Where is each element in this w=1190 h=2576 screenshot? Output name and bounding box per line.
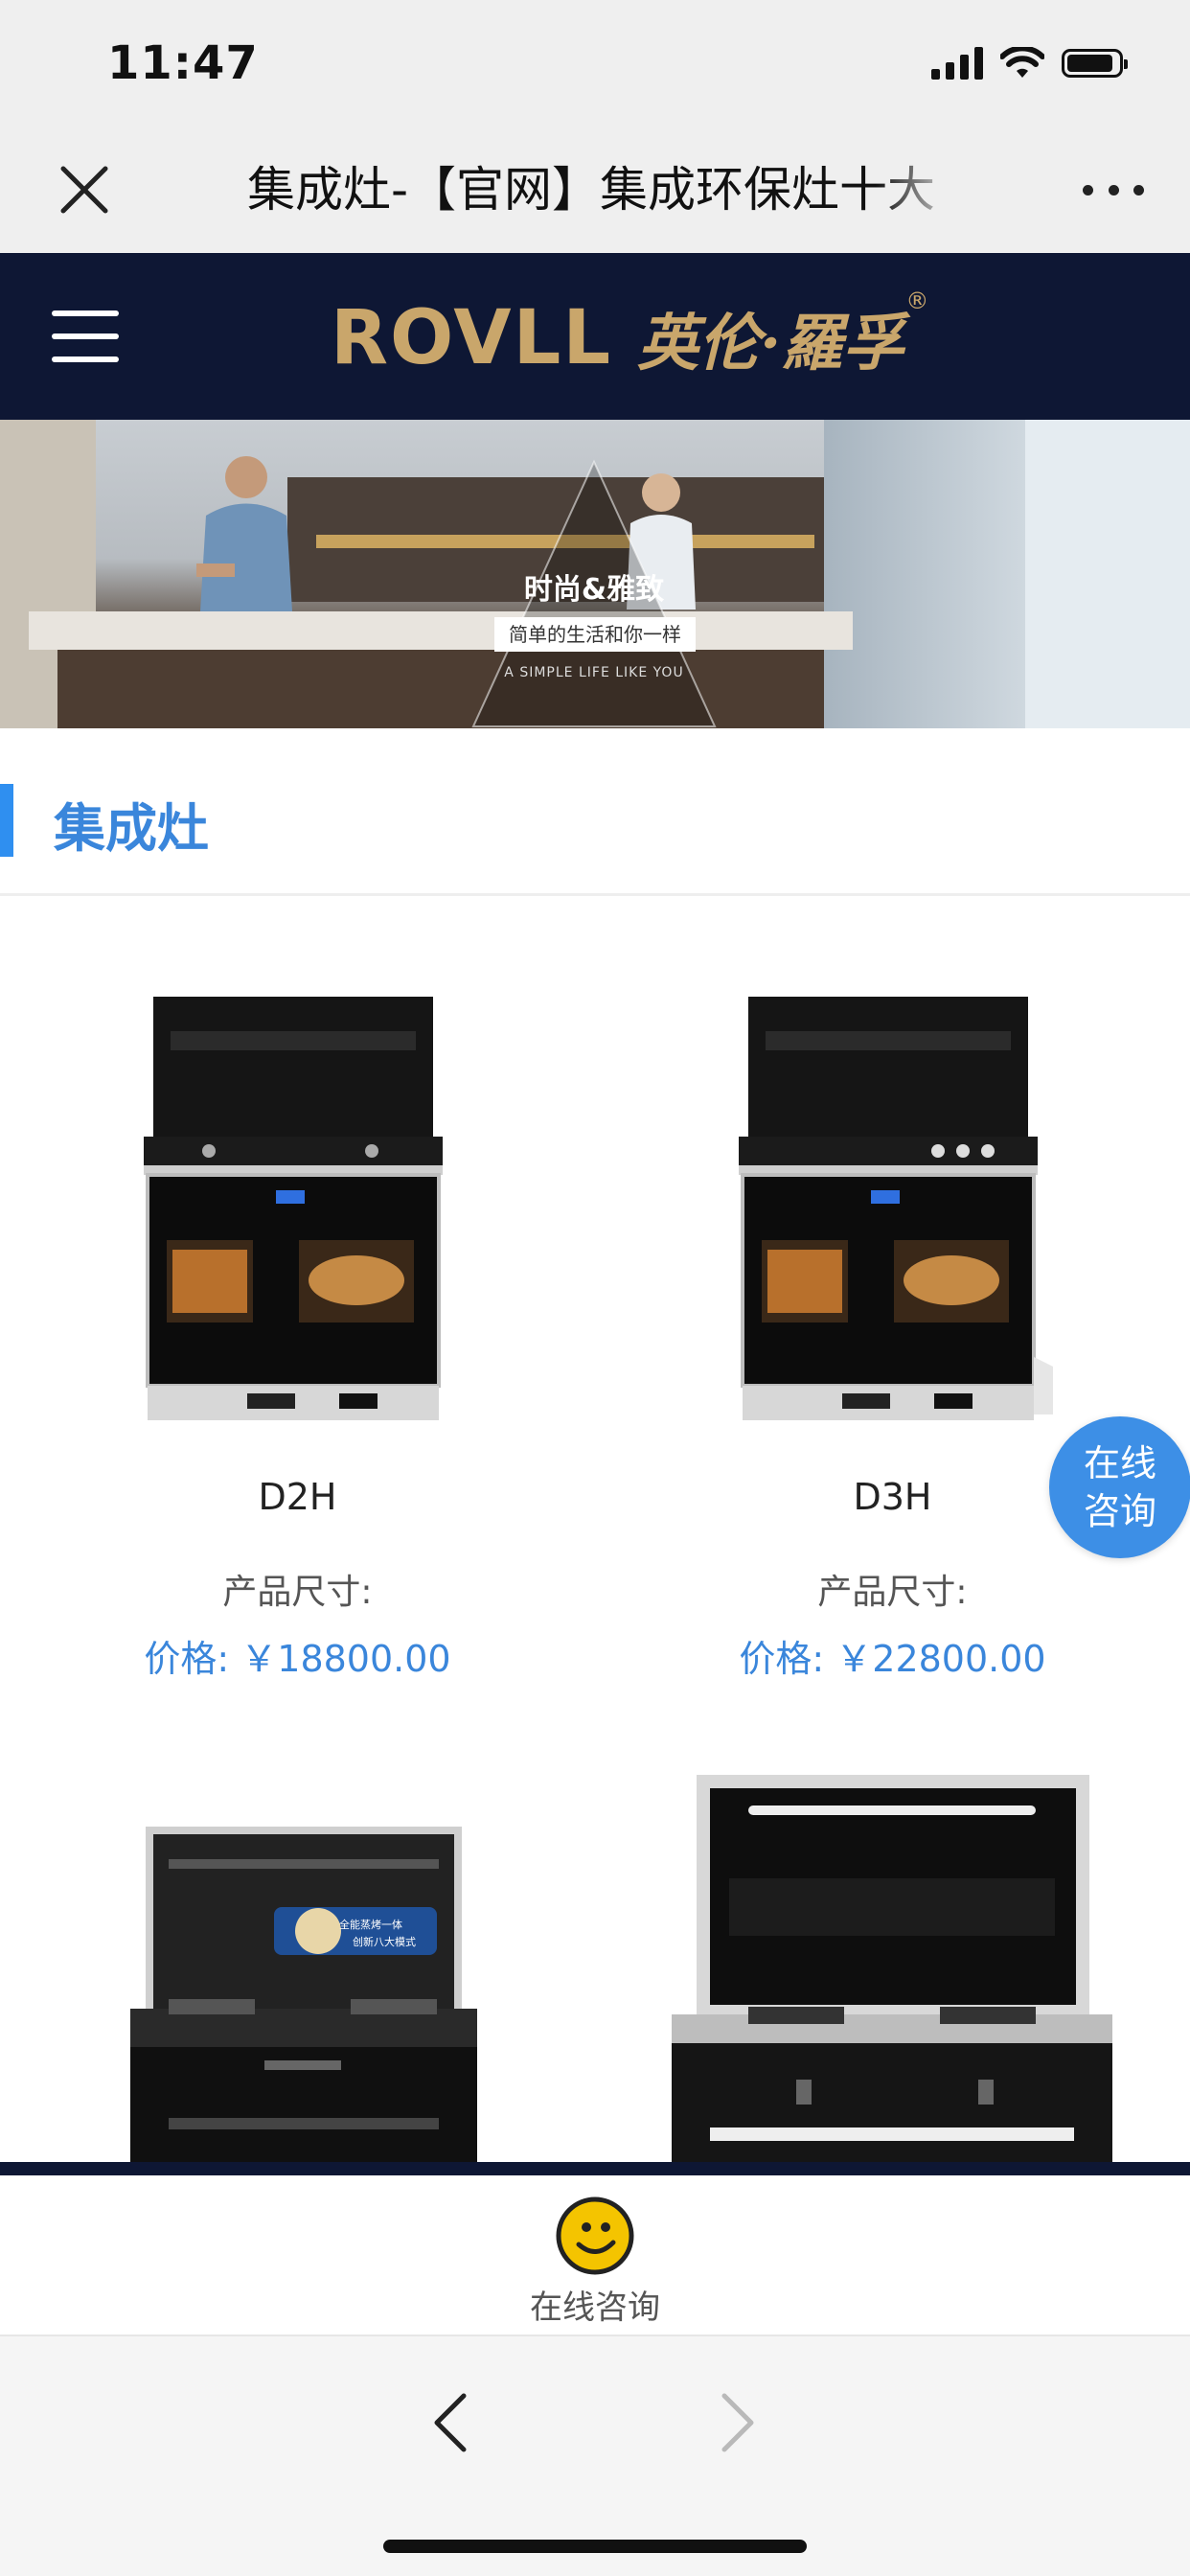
product-name[interactable]: D2H xyxy=(0,1476,595,1518)
chevron-left-icon[interactable] xyxy=(422,2384,479,2461)
consult-label[interactable]: 在线咨询 xyxy=(0,2281,1190,2328)
promo-badge-line1: 全能蒸烤一体 xyxy=(339,1918,402,1931)
product-card[interactable]: 全能蒸烤一体 创新八大模式 xyxy=(0,1773,595,2162)
registered-mark: ® xyxy=(905,288,929,314)
product-card[interactable] xyxy=(595,1773,1190,2162)
banner-heading: 时尚&雅致 xyxy=(523,573,665,607)
price-label: 价格: xyxy=(144,1638,230,1680)
section-header: 集成灶 xyxy=(0,748,1190,896)
product-card[interactable]: D2H 产品尺寸: 价格: ￥18800.00 xyxy=(0,958,595,1725)
brand-logo[interactable]: ROVLL 英伦·羅孚 ® xyxy=(331,288,928,381)
product-size: 产品尺寸: xyxy=(222,1573,373,1612)
menu-icon[interactable] xyxy=(52,310,119,362)
banner-subheading: 简单的生活和你一样 xyxy=(494,617,696,652)
product-image[interactable] xyxy=(142,993,445,1424)
page-title: 集成灶-【官网】集成环保灶十大 xyxy=(247,162,936,218)
product-price: 价格: ￥18800.00 xyxy=(0,1629,595,1682)
product-image[interactable] xyxy=(662,1773,1122,2162)
cellular-signal-icon xyxy=(931,47,983,80)
browser-bottom-nav xyxy=(0,2334,1190,2576)
site-header: ROVLL 英伦·羅孚 ® xyxy=(0,253,1190,420)
status-icons xyxy=(931,44,1128,82)
smiley-icon[interactable] xyxy=(554,2195,636,2277)
section-title: 集成灶 xyxy=(54,798,209,859)
section-accent-bar xyxy=(0,784,13,857)
product-size: 产品尺寸: xyxy=(817,1573,968,1612)
status-bar: 11:47 xyxy=(0,0,1190,126)
product-card[interactable]: D3H 产品尺寸: 价格: ￥22800.00 xyxy=(595,958,1190,1725)
product-price: 价格: ￥22800.00 xyxy=(595,1629,1190,1682)
home-indicator xyxy=(383,2540,807,2553)
battery-icon xyxy=(1062,49,1128,78)
banner-english: A SIMPLE LIFE LIKE YOU xyxy=(504,665,684,680)
more-options-icon[interactable] xyxy=(1083,165,1144,215)
browser-title-bar: 集成灶-【官网】集成环保灶十大 xyxy=(0,126,1190,253)
price-label: 价格: xyxy=(739,1638,825,1680)
close-icon[interactable] xyxy=(50,155,119,224)
price-value: ￥22800.00 xyxy=(835,1638,1046,1680)
float-consult-line1: 在线 xyxy=(1083,1442,1156,1484)
consult-bar[interactable]: 在线咨询 xyxy=(0,2162,1190,2334)
floating-consult-button[interactable]: 在线 咨询 xyxy=(1049,1416,1190,1558)
hero-banner[interactable]: 时尚&雅致 简单的生活和你一样 A SIMPLE LIFE LIKE YOU xyxy=(0,420,1190,728)
product-image[interactable] xyxy=(737,993,1053,1424)
wifi-icon xyxy=(1000,47,1044,78)
chevron-right-icon[interactable] xyxy=(709,2384,767,2461)
status-time: 11:47 xyxy=(107,36,259,90)
logo-text-en: ROVLL xyxy=(331,295,613,381)
person-illustration xyxy=(196,456,292,611)
logo-text-cn: 英伦·羅孚 xyxy=(637,308,904,380)
promo-badge-line2: 创新八大模式 xyxy=(353,1935,416,1948)
price-value: ￥18800.00 xyxy=(240,1638,451,1680)
product-image[interactable]: 全能蒸烤一体 创新八大模式 xyxy=(130,1773,477,2162)
float-consult-line2: 咨询 xyxy=(1083,1490,1156,1532)
